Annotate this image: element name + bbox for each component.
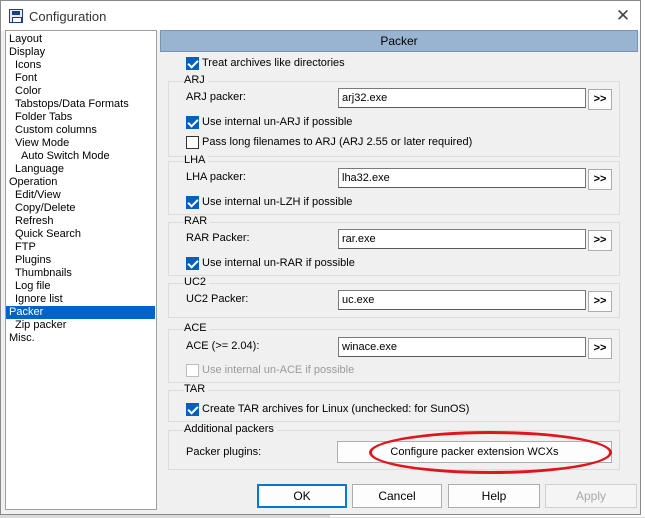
tree-item-ftp[interactable]: FTP [6,241,36,254]
arj-internal-label: Use internal un-ARJ if possible [202,116,353,128]
tree-item-quick-search[interactable]: Quick Search [6,228,81,241]
ace-packer-input[interactable]: winace.exe [338,337,586,357]
lha-packer-label: LHA packer: [186,171,246,183]
arj-packer-label: ARJ packer: [186,91,246,103]
tree-item-operation[interactable]: Operation [6,176,57,189]
lha-browse-button[interactable]: >> [588,169,612,190]
lha-internal-label: Use internal un-LZH if possible [202,196,353,208]
arj-packer-input[interactable]: arj32.exe [338,88,586,108]
tree-item-custom-columns[interactable]: Custom columns [6,124,97,137]
lha-packer-input[interactable]: lha32.exe [338,168,586,188]
tree-item-refresh[interactable]: Refresh [6,215,54,228]
tree-item-font[interactable]: Font [6,72,37,85]
packer-plugins-label: Packer plugins: [186,446,262,458]
highlight-annotation [369,431,612,474]
apply-button: Apply [545,484,637,508]
ace-browse-button[interactable]: >> [588,338,612,359]
ace-internal-label: Use internal un-ACE if possible [202,364,355,376]
tar-create-checkbox[interactable] [186,403,199,416]
help-button[interactable]: Help [448,484,540,508]
rar-browse-button[interactable]: >> [588,230,612,251]
packer-panel: Packer Treat archives like directories A… [160,30,638,478]
ok-button[interactable]: OK [257,484,347,508]
floppy-disk-icon [9,9,23,23]
arj-long-names-label: Pass long filenames to ARJ (ARJ 2.55 or … [202,136,473,148]
tree-item-folder-tabs[interactable]: Folder Tabs [6,111,72,124]
panel-header: Packer [160,30,638,52]
tree-item-thumbnails[interactable]: Thumbnails [6,267,72,280]
tree-item-zip-packer[interactable]: Zip packer [6,319,66,332]
tar-create-label: Create TAR archives for Linux (unchecked… [202,403,470,415]
rar-internal-checkbox[interactable] [186,257,199,270]
tree-item-packer[interactable]: Packer [6,306,155,319]
lha-group-title: LHA [184,154,209,167]
tree-item-icons[interactable]: Icons [6,59,41,72]
tree-item-display[interactable]: Display [6,46,45,59]
tree-item-language[interactable]: Language [6,163,64,176]
title-bar: Configuration ✕ [1,1,640,31]
configuration-dialog: Configuration ✕ Layout Display Icons Font Co… [0,0,641,515]
rar-packer-input[interactable]: rar.exe [338,229,586,249]
tree-item-view-mode[interactable]: View Mode [6,137,69,150]
ace-packer-label: ACE (>= 2.04): [186,340,260,352]
close-icon[interactable]: ✕ [607,2,639,30]
ace-group-title: ACE [184,322,210,335]
settings-tree[interactable]: Layout Display Icons Font Color Tabstops/Data… [5,30,157,510]
tree-item-copy-delete[interactable]: Copy/Delete [6,202,76,215]
tree-item-layout[interactable]: Layout [6,33,42,46]
tree-item-misc[interactable]: Misc. [6,332,35,345]
arj-group-title: ARJ [184,74,208,87]
treat-archives-label: Treat archives like directories [202,57,345,69]
tree-item-color[interactable]: Color [6,85,41,98]
uc2-browse-button[interactable]: >> [588,291,612,312]
tree-item-ignore-list[interactable]: Ignore list [6,293,63,306]
tree-item-log-file[interactable]: Log file [6,280,50,293]
arj-long-names-checkbox[interactable] [186,136,199,149]
uc2-packer-input[interactable]: uc.exe [338,290,586,310]
rar-group-title: RAR [184,215,211,228]
arj-browse-button[interactable]: >> [588,89,612,110]
rar-internal-label: Use internal un-RAR if possible [202,257,355,269]
treat-archives-checkbox[interactable] [186,57,199,70]
tree-item-tabstops-data-formats[interactable]: Tabstops/Data Formats [6,98,129,111]
window-title: Configuration [29,9,107,24]
cancel-button[interactable]: Cancel [352,484,442,508]
tree-item-plugins[interactable]: Plugins [6,254,51,267]
lha-internal-checkbox[interactable] [186,196,199,209]
tree-item-edit-view[interactable]: Edit/View [6,189,61,202]
additional-packers-title: Additional packers [184,423,277,436]
arj-internal-checkbox[interactable] [186,116,199,129]
tree-item-auto-switch-mode[interactable]: Auto Switch Mode [6,150,110,163]
uc2-packer-label: UC2 Packer: [186,293,249,305]
rar-packer-label: RAR Packer: [186,232,250,244]
ace-internal-checkbox [186,364,199,377]
uc2-group-title: UC2 [184,276,210,289]
tar-group-title: TAR [184,383,209,396]
